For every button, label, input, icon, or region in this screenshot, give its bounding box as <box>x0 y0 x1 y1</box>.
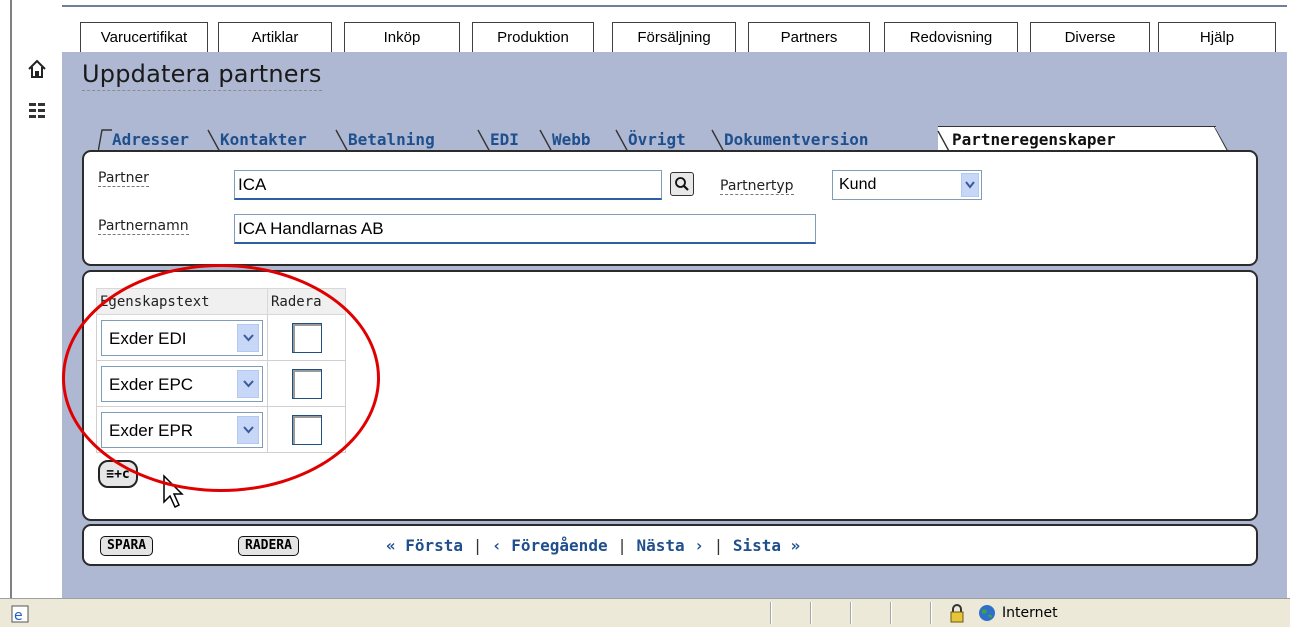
tab-label: Partneregenskaper <box>952 130 1116 149</box>
tab-betalning[interactable]: Betalning <box>334 126 466 152</box>
status-divider <box>930 602 932 624</box>
delete-checkbox[interactable] <box>291 322 322 353</box>
tab-edi[interactable]: EDI <box>476 126 536 152</box>
properties-panel: Egenskapstext Radera Exder EDI Exder EPC… <box>62 264 1258 521</box>
pager-separator: | <box>472 536 483 555</box>
table-cell <box>267 360 346 407</box>
save-button[interactable]: SPARA <box>100 536 154 556</box>
home-icon[interactable] <box>26 58 48 80</box>
table-row: Exder EDI <box>96 314 346 361</box>
main-content: Uppdatera partners Adresser Kontakter Be… <box>62 52 1287 598</box>
properties-table: Egenskapstext Radera Exder EDI Exder EPC… <box>96 288 346 453</box>
column-header-radera: Radera <box>267 288 346 315</box>
property-select[interactable]: Exder EPR <box>101 411 263 448</box>
tab-ovrigt[interactable]: Övrigt <box>614 126 704 152</box>
tab-label: Kontakter <box>220 129 307 149</box>
pager-separator: | <box>713 536 724 555</box>
partner-label: Partner <box>98 170 149 187</box>
delete-button[interactable]: RADERA <box>238 536 299 556</box>
tab-bar: Adresser Kontakter Betalning EDI Webb Öv… <box>98 126 1258 153</box>
partnernamn-label: Partnernamn <box>98 218 189 235</box>
menu-artiklar[interactable]: Artiklar <box>218 22 332 52</box>
action-panel: SPARA RADERA « Första | ‹ Föregående | N… <box>82 524 1258 566</box>
menu-list-icon[interactable] <box>26 100 48 122</box>
table-row: Exder EPR <box>96 406 346 453</box>
tab-label: Betalning <box>348 129 435 149</box>
menu-diverse[interactable]: Diverse <box>1030 22 1150 52</box>
tab-label: Dokumentversion <box>724 129 869 149</box>
table-cell <box>267 406 346 453</box>
column-header-egenskapstext: Egenskapstext <box>96 288 268 315</box>
status-divider <box>810 602 812 624</box>
page-title: Uppdatera partners <box>82 60 322 91</box>
ie-page-icon: e <box>11 605 29 624</box>
property-value: Exder EDI <box>109 328 187 348</box>
zone-label: Internet <box>1002 605 1058 621</box>
property-select[interactable]: Exder EDI <box>101 319 263 356</box>
partner-lookup-button[interactable] <box>670 172 694 196</box>
table-cell: Exder EPC <box>96 360 268 407</box>
next-link[interactable]: Nästa › <box>637 536 704 555</box>
tab-webb[interactable]: Webb <box>538 126 608 152</box>
first-link[interactable]: « Första <box>386 536 463 555</box>
partnertyp-value: Kund <box>839 176 877 193</box>
table-cell: Exder EPR <box>96 406 268 453</box>
tab-adresser[interactable]: Adresser <box>98 126 214 152</box>
menu-partners[interactable]: Partners <box>748 22 870 52</box>
menu-hjalp[interactable]: Hjälp <box>1158 22 1276 52</box>
menu-top-line <box>62 5 1287 7</box>
tab-partneregenskaper[interactable]: Partneregenskaper <box>937 126 1229 153</box>
partner-panel: Partner ICA Partnertyp Kund Partnernamn … <box>82 150 1258 266</box>
chevron-down-icon <box>237 415 259 444</box>
status-bar: e Internet <box>0 598 1290 627</box>
chevron-down-icon <box>237 369 259 398</box>
menu-redovisning[interactable]: Redovisning <box>884 22 1018 52</box>
status-divider <box>770 602 772 624</box>
tab-label: Webb <box>552 129 591 149</box>
delete-checkbox[interactable] <box>291 368 322 399</box>
partnertyp-label: Partnertyp <box>720 178 794 195</box>
tab-label: EDI <box>490 129 519 149</box>
mouse-cursor-icon <box>163 474 184 509</box>
pager: « Första | ‹ Föregående | Nästa › | Sist… <box>386 536 800 555</box>
globe-icon <box>979 605 995 621</box>
delete-checkbox[interactable] <box>291 414 322 445</box>
menu-forsaljning[interactable]: Försäljning <box>612 22 736 52</box>
left-icon-strip <box>12 52 62 598</box>
partner-input[interactable]: ICA <box>234 170 662 200</box>
status-divider <box>890 602 892 624</box>
property-select[interactable]: Exder EPC <box>101 365 263 402</box>
menu-produktion[interactable]: Produktion <box>472 22 594 52</box>
last-link[interactable]: Sista » <box>733 536 800 555</box>
tab-dokumentversion[interactable]: Dokumentversion <box>710 126 910 152</box>
svg-text:e: e <box>14 608 23 624</box>
partnertyp-select[interactable]: Kund <box>832 170 982 200</box>
chevron-down-icon <box>961 173 979 197</box>
table-cell <box>267 314 346 361</box>
status-divider <box>850 602 852 624</box>
table-cell: Exder EDI <box>96 314 268 361</box>
property-value: Exder EPR <box>109 420 194 440</box>
tab-kontakter[interactable]: Kontakter <box>206 126 334 152</box>
menu-inkop[interactable]: Inköp <box>344 22 460 52</box>
menu-varucertifikat[interactable]: Varucertifikat <box>80 22 208 52</box>
table-row: Exder EPC <box>96 360 346 407</box>
partnernamn-input[interactable]: ICA Handlarnas AB <box>234 214 816 244</box>
chevron-down-icon <box>237 323 259 352</box>
tab-label: Övrigt <box>628 129 686 149</box>
lock-icon <box>950 604 964 623</box>
tab-label: Adresser <box>112 129 190 149</box>
previous-link[interactable]: ‹ Föregående <box>492 536 608 555</box>
pager-separator: | <box>617 536 627 555</box>
magnifier-icon <box>675 177 689 191</box>
property-value: Exder EPC <box>109 374 194 394</box>
top-menu-bar: Varucertifikat Artiklar Inköp Produktion… <box>62 0 1287 52</box>
add-row-button[interactable]: ≡+c <box>98 460 138 488</box>
